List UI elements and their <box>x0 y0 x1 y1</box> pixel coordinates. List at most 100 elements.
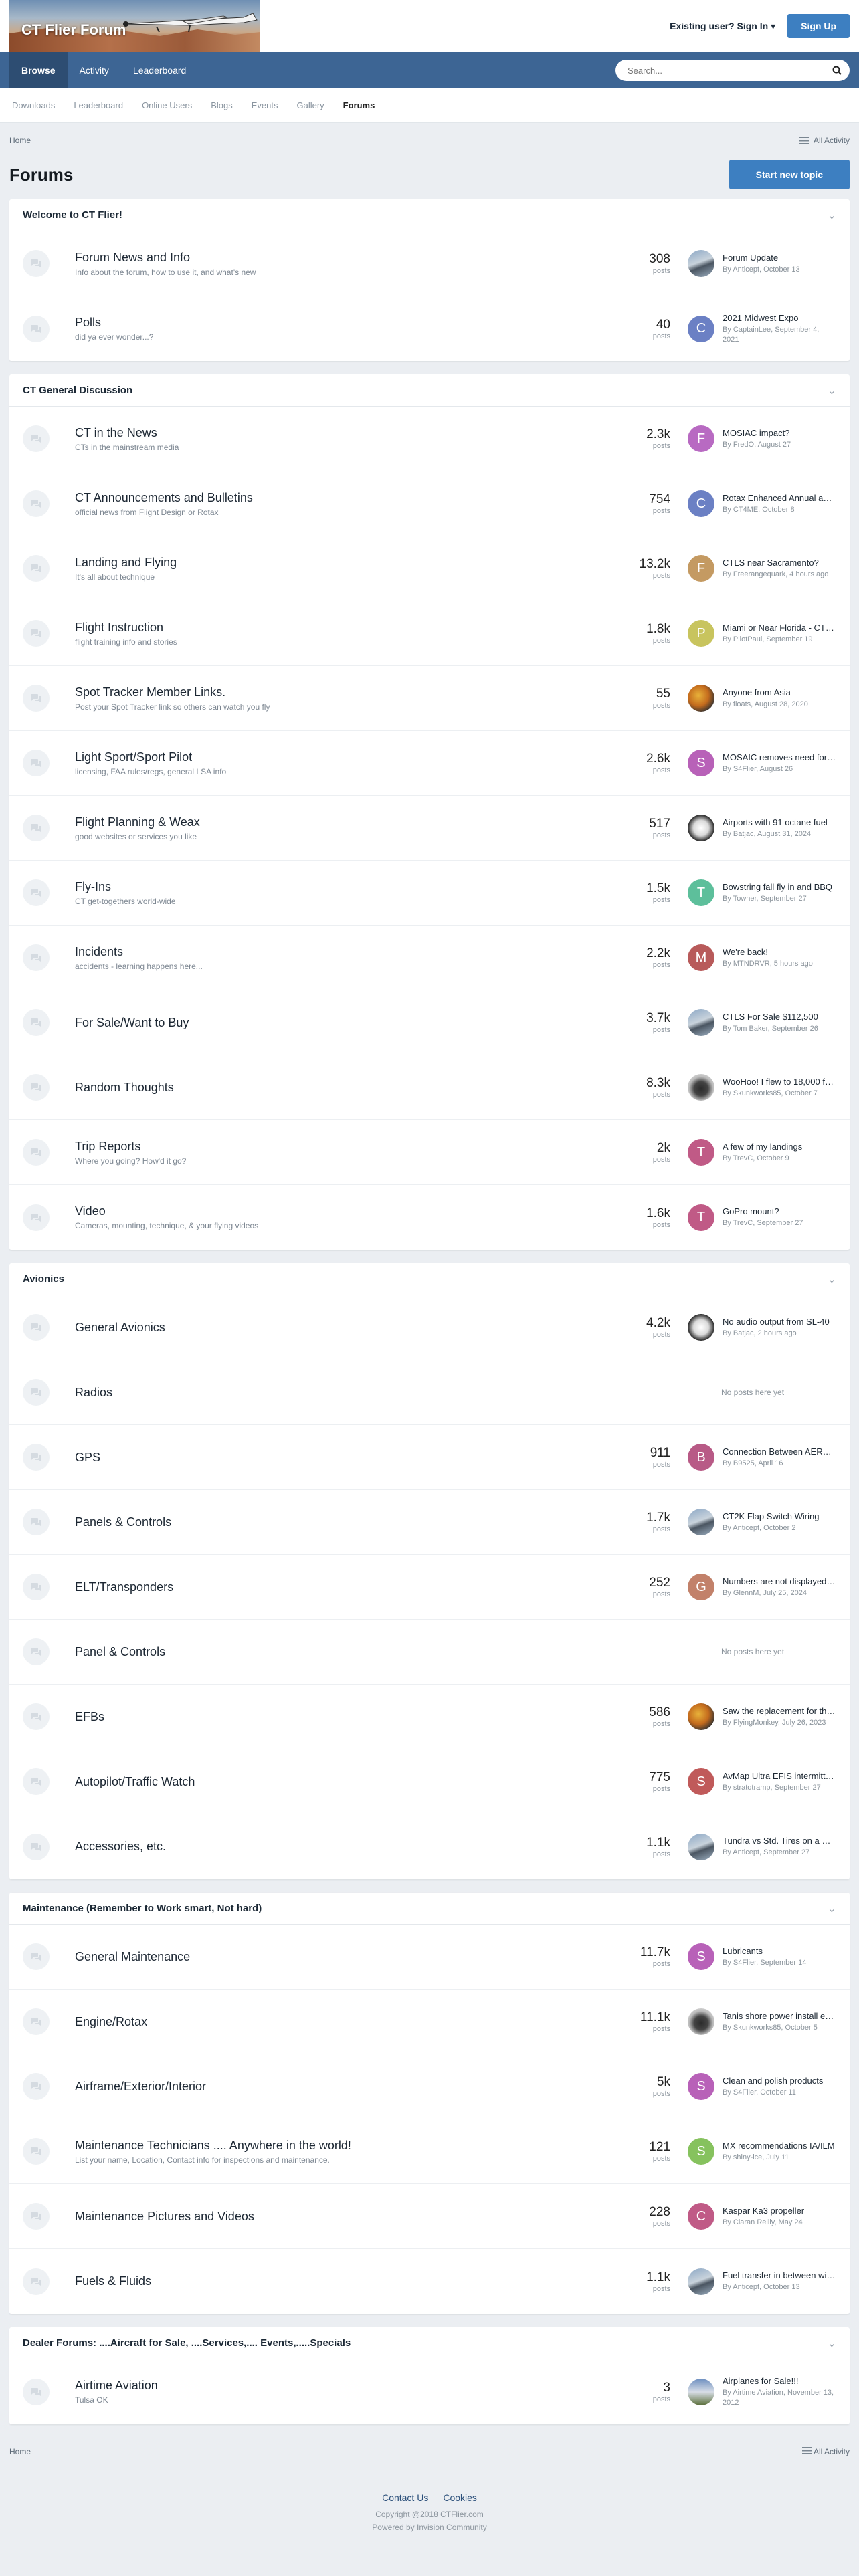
forum-read-status-icon[interactable] <box>23 1703 50 1730</box>
forum-title-link[interactable]: General Maintenance <box>75 1950 630 1964</box>
forum-read-status-icon[interactable] <box>23 250 50 277</box>
forum-title-link[interactable]: CT Announcements and Bulletins <box>75 491 630 505</box>
nav-sub-events[interactable]: Events <box>242 100 288 110</box>
start-new-topic-button[interactable]: Start new topic <box>729 160 850 189</box>
all-activity-link[interactable]: All Activity <box>799 136 850 145</box>
category-title[interactable]: Avionics <box>23 1273 64 1285</box>
forum-title-link[interactable]: Panels & Controls <box>75 1515 630 1529</box>
category-title[interactable]: Dealer Forums: ....Aircraft for Sale, ..… <box>23 2337 351 2349</box>
tab-browse[interactable]: Browse <box>9 52 68 88</box>
forum-read-status-icon[interactable] <box>23 750 50 776</box>
forum-read-status-icon[interactable] <box>23 1314 50 1341</box>
last-post-title-link[interactable]: Airports with 91 octane fuel <box>723 817 836 827</box>
forum-read-status-icon[interactable] <box>23 2268 50 2295</box>
avatar[interactable]: T <box>688 1204 714 1231</box>
forum-title-link[interactable]: Maintenance Pictures and Videos <box>75 2210 630 2224</box>
forum-title-link[interactable]: General Avionics <box>75 1321 630 1335</box>
collapse-chevron-icon[interactable]: ⌄ <box>828 209 836 222</box>
last-post-title-link[interactable]: CTLS For Sale $112,500 <box>723 1012 836 1022</box>
last-post-title-link[interactable]: We're back! <box>723 947 836 957</box>
search-icon[interactable] <box>832 66 842 75</box>
site-logo[interactable]: CT Flier Forum <box>9 0 260 52</box>
category-title[interactable]: CT General Discussion <box>23 385 132 396</box>
forum-title-link[interactable]: ELT/Transponders <box>75 1580 630 1594</box>
forum-read-status-icon[interactable] <box>23 815 50 841</box>
forum-title-link[interactable]: Fly-Ins <box>75 880 630 894</box>
forum-read-status-icon[interactable] <box>23 1638 50 1665</box>
last-post-title-link[interactable]: Miami or Near Florida - CTLS Training <box>723 623 836 633</box>
forum-title-link[interactable]: Engine/Rotax <box>75 2015 630 2029</box>
avatar[interactable]: S <box>688 2073 714 2100</box>
forum-title-link[interactable]: Incidents <box>75 945 630 959</box>
forum-read-status-icon[interactable] <box>23 1444 50 1471</box>
forum-title-link[interactable]: Random Thoughts <box>75 1081 630 1095</box>
forum-title-link[interactable]: Accessories, etc. <box>75 1840 630 1854</box>
avatar[interactable]: P <box>688 620 714 647</box>
avatar[interactable]: S <box>688 2138 714 2165</box>
last-post-title-link[interactable]: Lubricants <box>723 1946 836 1956</box>
avatar[interactable] <box>688 2008 714 2035</box>
last-post-title-link[interactable]: Rotax Enhanced Annual and Sport Pilot <box>723 493 836 503</box>
last-post-title-link[interactable]: Connection Between AERA 660 and D6 <box>723 1446 836 1457</box>
last-post-title-link[interactable]: CTLS near Sacramento? <box>723 558 836 568</box>
avatar[interactable]: B <box>688 1444 714 1471</box>
footer-breadcrumb-home[interactable]: Home <box>9 2447 31 2456</box>
search-box[interactable] <box>615 60 850 81</box>
forum-title-link[interactable]: Airframe/Exterior/Interior <box>75 2080 630 2094</box>
avatar[interactable] <box>688 1703 714 1730</box>
sign-up-button[interactable]: Sign Up <box>787 14 850 38</box>
forum-read-status-icon[interactable] <box>23 2378 50 2405</box>
sign-in-link[interactable]: Existing user? Sign In ▾ <box>670 21 775 32</box>
last-post-title-link[interactable]: Forum Update <box>723 253 836 263</box>
avatar[interactable] <box>688 1314 714 1341</box>
last-post-title-link[interactable]: Saw the replacement for the iPad <box>723 1706 836 1716</box>
forum-title-link[interactable]: GPS <box>75 1451 630 1465</box>
nav-sub-downloads[interactable]: Downloads <box>12 100 64 110</box>
nav-sub-gallery[interactable]: Gallery <box>287 100 333 110</box>
forum-read-status-icon[interactable] <box>23 2138 50 2165</box>
avatar[interactable]: S <box>688 1943 714 1970</box>
collapse-chevron-icon[interactable]: ⌄ <box>828 2337 836 2350</box>
last-post-title-link[interactable]: Bowstring fall fly in and BBQ <box>723 882 836 892</box>
cookies-link[interactable]: Cookies <box>443 2492 477 2503</box>
last-post-title-link[interactable]: Fuel transfer in between wing tanks <box>723 2270 836 2280</box>
avatar[interactable]: M <box>688 944 714 971</box>
avatar[interactable]: C <box>688 315 714 342</box>
forum-title-link[interactable]: Flight Instruction <box>75 621 630 635</box>
forum-title-link[interactable]: Trip Reports <box>75 1140 630 1154</box>
forum-read-status-icon[interactable] <box>23 1379 50 1406</box>
forum-read-status-icon[interactable] <box>23 1139 50 1166</box>
avatar[interactable]: T <box>688 879 714 906</box>
forum-read-status-icon[interactable] <box>23 1768 50 1795</box>
avatar[interactable] <box>688 815 714 841</box>
last-post-title-link[interactable]: MOSAIC removes need for waiver <box>723 752 836 762</box>
collapse-chevron-icon[interactable]: ⌄ <box>828 1902 836 1915</box>
avatar[interactable]: C <box>688 490 714 517</box>
search-input[interactable] <box>628 65 822 76</box>
last-post-title-link[interactable]: WooHoo! I flew to 18,000 feet! <box>723 1077 836 1087</box>
last-post-title-link[interactable]: GoPro mount? <box>723 1206 836 1216</box>
avatar[interactable]: F <box>688 555 714 582</box>
last-post-title-link[interactable]: Anyone from Asia <box>723 687 836 697</box>
forum-read-status-icon[interactable] <box>23 490 50 517</box>
forum-title-link[interactable]: EFBs <box>75 1710 630 1724</box>
last-post-title-link[interactable]: MX recommendations IA/ILM <box>723 2141 836 2151</box>
forum-read-status-icon[interactable] <box>23 1009 50 1036</box>
avatar[interactable] <box>688 250 714 277</box>
forum-read-status-icon[interactable] <box>23 425 50 452</box>
avatar[interactable] <box>688 1833 714 1860</box>
last-post-title-link[interactable]: Airplanes for Sale!!! <box>723 2376 836 2386</box>
forum-read-status-icon[interactable] <box>23 2203 50 2230</box>
forum-title-link[interactable]: Polls <box>75 316 630 330</box>
forum-title-link[interactable]: Airtime Aviation <box>75 2379 630 2393</box>
collapse-chevron-icon[interactable]: ⌄ <box>828 1273 836 1286</box>
last-post-title-link[interactable]: Tundra vs Std. Tires on a CTLS <box>723 1836 836 1846</box>
forum-read-status-icon[interactable] <box>23 1943 50 1970</box>
forum-title-link[interactable]: Forum News and Info <box>75 251 630 265</box>
footer-all-activity-link[interactable]: All Activity <box>802 2447 850 2456</box>
forum-title-link[interactable]: Video <box>75 1204 630 1218</box>
forum-title-link[interactable]: Flight Planning & Weax <box>75 815 630 829</box>
last-post-title-link[interactable]: A few of my landings <box>723 1142 836 1152</box>
forum-read-status-icon[interactable] <box>23 1833 50 1860</box>
forum-title-link[interactable]: Maintenance Technicians .... Anywhere in… <box>75 2139 630 2153</box>
